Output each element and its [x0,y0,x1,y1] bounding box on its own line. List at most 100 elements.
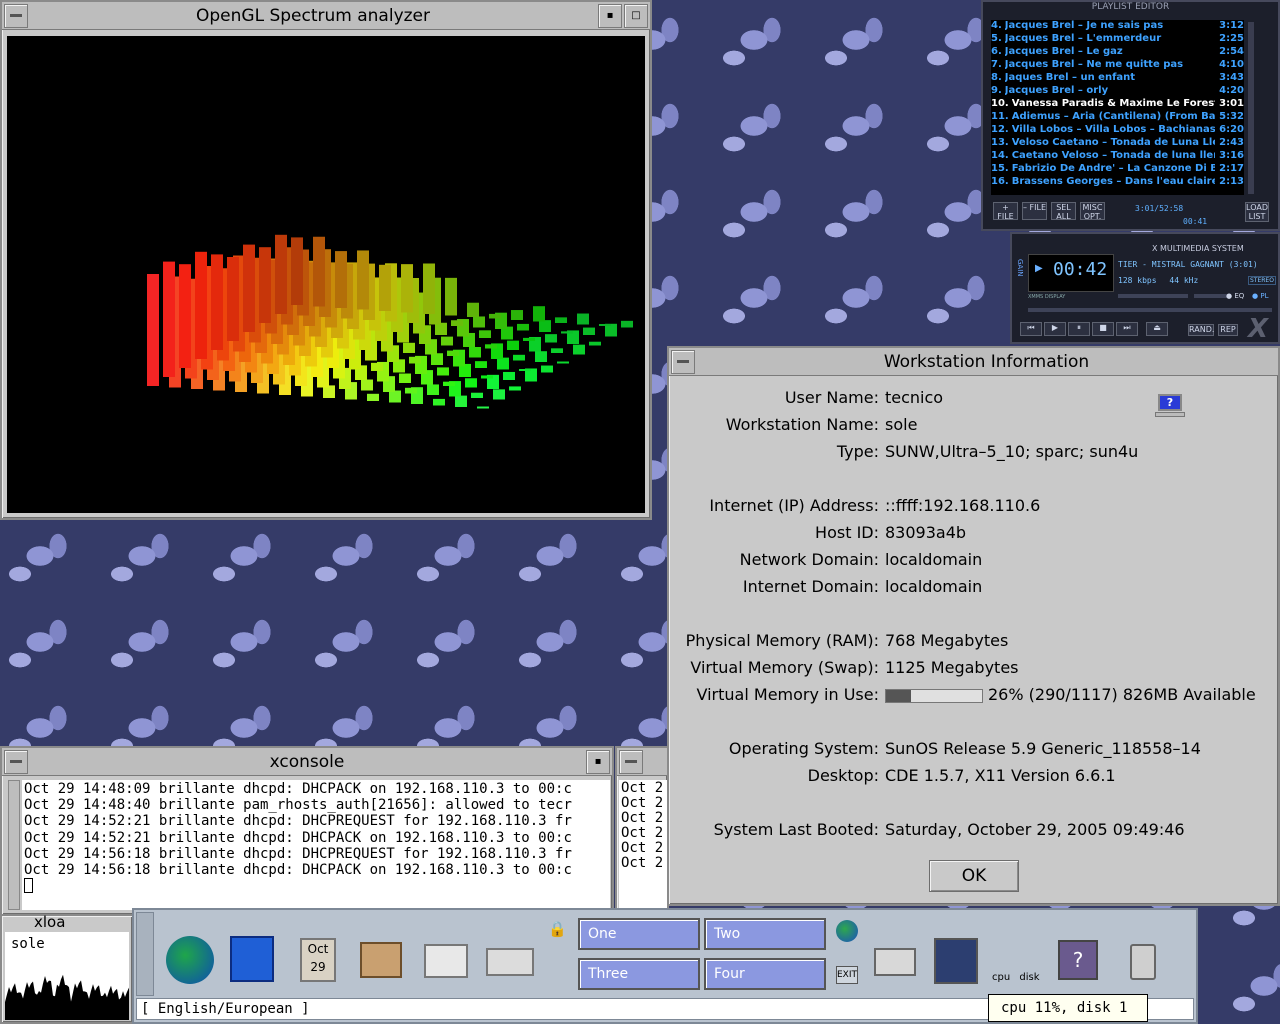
app-manager-icon[interactable] [166,936,214,984]
next-track-button[interactable]: ⏭ [1116,322,1138,336]
playlist-item-title: Vanessa Paradis & Maxime Le Forestier –.… [1011,98,1215,109]
playlist-scrollbar[interactable] [1248,22,1254,194]
info-title: Workstation Information [883,351,1090,372]
add-file-button[interactable]: + FILE [993,202,1018,221]
playlist-item[interactable]: 14. Caetano Veloso – Tonada de luna llena… [991,150,1244,163]
spectrum-bar [437,367,449,376]
prev-track-button[interactable]: ⏮ [1020,322,1042,336]
style-manager-icon[interactable] [934,938,978,984]
playlist-item[interactable]: 16. Brassens Georges – Dans l'eau claire … [991,176,1244,189]
spectrum-bar [361,379,373,391]
playlist-item[interactable]: 13. Veloso Caetano – Tonada de Luna Llena… [991,137,1244,150]
front-panel-handle-left[interactable] [136,912,154,996]
volume-slider[interactable] [1118,294,1188,298]
trash-can-icon[interactable] [1130,944,1156,980]
playlist-item[interactable]: 10.Vanessa Paradis & Maxime Le Forestier… [991,98,1244,111]
log-line: Oct 29 14:48:09 brillante dhcpd: DHCPACK… [24,781,572,797]
spectrum-bar [577,313,589,325]
playlist-item-number: 10. [991,98,1009,109]
misc-options-button[interactable]: MISC OPT. [1080,202,1105,221]
spectrum-bar [481,375,493,379]
help-manager-icon[interactable]: ? [1058,940,1098,980]
workspace-three[interactable]: Three [578,958,700,990]
spectrum-bar [389,390,401,403]
mail-editor-icon[interactable] [424,944,468,978]
printer-mailbox-icon[interactable] [486,948,534,976]
balance-slider[interactable] [1194,294,1228,298]
playlist-item[interactable]: 8. Jaques Brel – un enfant 3:43 [991,72,1244,85]
window-menu-button[interactable] [671,349,695,374]
spectrum-bar [533,306,545,322]
info-value: SunOS Release 5.9 Generic_118558–14 [885,739,1201,758]
playlist-item[interactable]: 5. Jacques Brel – L'emmerdeur 2:25 [991,33,1244,46]
playlist-item[interactable]: 12. Villa Lobos – Villa Lobos – Bachianas… [991,124,1244,137]
load-list-button[interactable]: LOAD LIST [1245,202,1269,222]
display-label: XMMS DISPLAY [1028,294,1066,300]
xconsole-scrollbar[interactable] [8,780,20,910]
playlist-item-duration: 3:12 [1219,20,1244,31]
workspace-one-label: One [588,926,617,942]
eq-toggle[interactable]: ● EQ [1226,292,1244,300]
spectrum-bar [211,254,223,350]
playlist-item[interactable]: 7. Jacques Brel – Ne me quitte pas 4:10 [991,59,1244,72]
info-label: Host ID: [815,523,879,542]
seek-bar[interactable] [1028,308,1272,312]
ok-button[interactable]: OK [929,860,1019,892]
info-titlebar[interactable]: Workstation Information [669,348,1278,376]
playlist-item[interactable]: 11.Adiemus – Aria (Cantilena) (From Bach… [991,111,1244,124]
workspace-one[interactable]: One [578,918,700,950]
playlist-item-title: Adiemus – Aria (Cantilena) (From Bachian [1011,111,1216,122]
calendar-icon[interactable]: Oct 29 [300,938,336,982]
workspace-four[interactable]: Four [704,958,826,990]
spectrum-titlebar[interactable]: OpenGL Spectrum analyzer ▪ □ [2,2,650,30]
playlist-item[interactable]: 15.Fabrizio De Andre' – La Canzone Di Ba… [991,163,1244,176]
eject-button[interactable]: ⏏ [1146,322,1168,336]
shuffle-button[interactable]: RAND. [1188,324,1214,336]
spectrum-bar [399,373,411,383]
minimize-button[interactable]: ▪ [598,3,622,28]
playlist-item[interactable]: 6. Jacques Brel – Le gaz 2:54 [991,46,1244,59]
lock-icon[interactable]: 🔒 [548,920,567,938]
xconsole-titlebar[interactable]: xconsole ▪ [2,748,612,776]
info-value: sole [885,415,918,434]
workstation-info-dialog: Workstation Information ? User Name: tecn… [667,346,1280,906]
xconsole-log[interactable]: Oct 29 14:48:09 brillante dhcpd: DHCPACK… [22,780,610,910]
remove-file-button[interactable]: – FILE [1022,202,1047,220]
exit-button[interactable]: EXIT [836,966,858,984]
playlist-list[interactable]: 4. Jacques Brel – Je ne sais pas 3:12 5. Jac… [991,20,1244,195]
printer-icon[interactable] [874,948,916,976]
maximize-button[interactable]: □ [624,3,648,28]
vm-usage-bar [885,689,983,703]
playlist-item-duration: 2:13 [1219,176,1244,187]
text-editor-icon[interactable] [230,936,274,982]
cpu-disk-monitor[interactable]: cpu disk [992,972,1040,983]
samplerate-value: 44 [1169,276,1180,285]
stereo-indicator: STEREO [1248,276,1276,285]
select-all-button[interactable]: SEL ALL [1051,202,1076,221]
spectrum-bar [147,274,159,386]
tooltip-text: cpu 11%, disk 1 [1001,1000,1128,1016]
log-line: Oct 29 14:56:18 brillante dhcpd: DHCPACK… [24,862,572,879]
window-menu-button[interactable] [619,749,643,774]
file-manager-icon[interactable] [360,942,402,978]
log-line: Oct 29 14:52:21 brillante dhcpd: DHCPACK… [24,829,572,846]
minimize-button[interactable]: ▪ [586,749,610,774]
playlist-item-number: 7. [991,59,1002,70]
log-line: Oct 2 [621,825,664,841]
xload-title: xloa [34,913,66,931]
window-menu-button[interactable] [4,749,28,774]
playlist-toggle[interactable]: ● PL [1252,292,1268,300]
log-line: Oct 2 [621,795,664,811]
console2-titlebar[interactable] [617,748,667,776]
spectrum-bar [371,362,383,371]
play-button[interactable]: ▶ [1044,322,1066,336]
workspace-two[interactable]: Two [704,918,826,950]
stop-button[interactable]: ■ [1092,322,1114,336]
playlist-item[interactable]: 9. Jacques Brel – orly 4:20 [991,85,1244,98]
window-menu-button[interactable] [4,3,28,28]
playlist-item[interactable]: 4. Jacques Brel – Je ne sais pas 3:12 [991,20,1244,33]
repeat-button[interactable]: REP [1218,324,1238,336]
globe-icon[interactable] [836,920,858,942]
pause-button[interactable]: ⏸ [1068,322,1090,336]
computer-icon: ? [1155,394,1185,420]
